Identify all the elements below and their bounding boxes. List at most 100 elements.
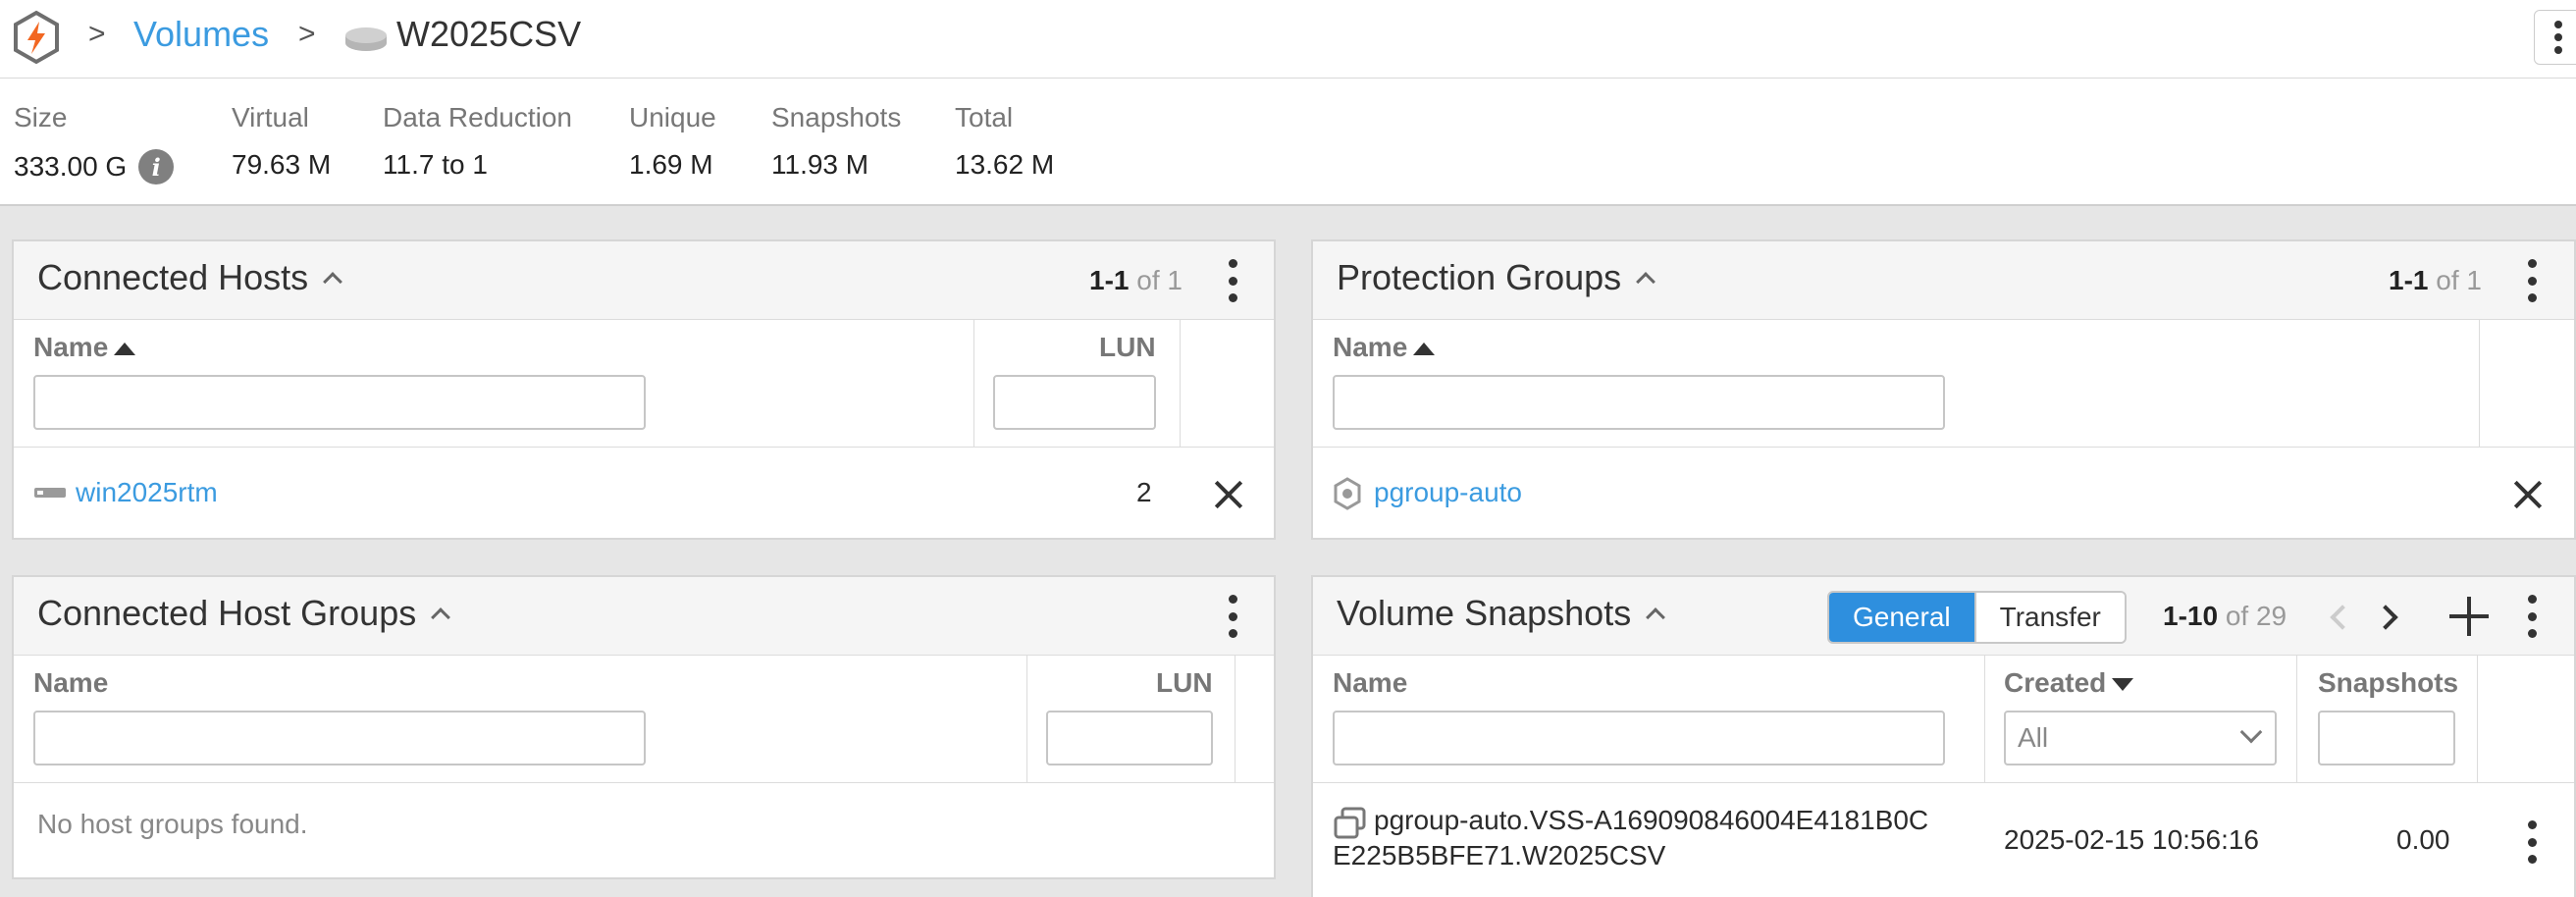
panel-header: Protection Groups 1-1 of 1 xyxy=(1313,241,2574,320)
column-divider xyxy=(1984,656,1985,783)
column-divider xyxy=(2479,320,2480,448)
column-header-name[interactable]: Name xyxy=(1333,332,1436,363)
column-divider xyxy=(973,320,974,448)
dot xyxy=(2527,837,2537,847)
stat-virtual: Virtual 79.63 M xyxy=(232,102,331,181)
panel-title[interactable]: Protection Groups xyxy=(1337,257,1656,298)
dot xyxy=(2554,46,2562,54)
info-icon[interactable]: i xyxy=(138,149,175,185)
stat-value: 79.63 M xyxy=(232,149,332,180)
panel-menu-button[interactable] xyxy=(2522,259,2542,302)
dot xyxy=(1228,629,1237,638)
dot xyxy=(1228,293,1237,302)
breadcrumb-volumes-link[interactable]: Volumes xyxy=(133,14,269,55)
host-icon xyxy=(34,488,66,498)
stat-label: Snapshots xyxy=(771,102,902,132)
column-header-created[interactable]: Created xyxy=(2004,667,2134,699)
table-header: Name Created Snapshots All xyxy=(1313,656,2574,783)
connected-hosts-panel: Connected Hosts 1-1 of 1 Name LUN win202… xyxy=(12,239,1276,540)
snapshot-created: 2025-02-15 10:56:16 xyxy=(2004,824,2259,855)
lun-value: 2 xyxy=(1136,477,1152,507)
collapse-icon[interactable] xyxy=(1646,607,1666,627)
dot xyxy=(2527,629,2537,638)
snapshots-filter-input[interactable] xyxy=(2318,711,2455,765)
created-filter-select[interactable]: All xyxy=(2004,711,2277,765)
dot xyxy=(2527,276,2537,286)
host-link[interactable]: win2025rtm xyxy=(76,477,218,508)
next-page-chevron-icon[interactable] xyxy=(2373,605,2398,630)
stat-size-value: 333.00 G xyxy=(14,151,128,182)
sort-ascending-icon xyxy=(114,343,136,356)
breadcrumb-separator: > xyxy=(88,18,106,50)
remove-protection-group-close-icon[interactable] xyxy=(2510,477,2546,512)
disconnect-host-close-icon[interactable] xyxy=(1211,477,1246,512)
tab-transfer[interactable]: Transfer xyxy=(1973,593,2125,642)
stat-value: 11.7 to 1 xyxy=(383,149,488,180)
dot xyxy=(2527,595,2537,604)
panel-title[interactable]: Volume Snapshots xyxy=(1337,593,1666,634)
protection-group-link[interactable]: pgroup-auto xyxy=(1374,477,1522,508)
panel-menu-button[interactable] xyxy=(1223,595,1242,638)
range-text: 1-1 xyxy=(1089,265,1130,295)
collapse-icon[interactable] xyxy=(323,272,343,291)
row-menu-button[interactable] xyxy=(2522,820,2542,864)
stat-label: Size xyxy=(14,102,68,132)
dot xyxy=(2554,33,2562,41)
page-actions-menu-button[interactable] xyxy=(2534,10,2576,65)
column-divider xyxy=(1026,656,1027,783)
dot xyxy=(2554,21,2562,28)
create-snapshot-plus-icon[interactable] xyxy=(2449,597,2489,636)
column-divider xyxy=(1180,320,1181,448)
column-label: Created xyxy=(2004,667,2107,698)
column-divider xyxy=(2296,656,2297,783)
panel-menu-button[interactable] xyxy=(2522,595,2542,638)
name-filter-input[interactable] xyxy=(1333,711,1945,765)
stat-total: Total 13.62 M xyxy=(955,102,1054,181)
pagination-range: 1-1 of 1 xyxy=(2389,265,2482,296)
volume-stats: Size 333.00 G i Virtual 79.63 M Data Red… xyxy=(0,79,2576,206)
collapse-icon[interactable] xyxy=(431,607,451,627)
breadcrumb-separator: > xyxy=(298,18,316,50)
name-filter-input[interactable] xyxy=(1333,375,1945,430)
collapse-icon[interactable] xyxy=(1636,272,1656,291)
panel-title-text: Connected Host Groups xyxy=(37,593,417,633)
previous-page-chevron-icon[interactable] xyxy=(2330,605,2355,630)
tab-general[interactable]: General xyxy=(1829,593,1974,642)
stat-value: 11.93 M xyxy=(771,149,869,180)
name-filter-input[interactable] xyxy=(33,375,646,430)
panel-title-text: Protection Groups xyxy=(1337,257,1622,297)
column-header-lun[interactable]: LUN xyxy=(1099,332,1156,363)
lun-filter-input[interactable] xyxy=(993,375,1156,430)
column-header-name[interactable]: Name xyxy=(1333,667,1407,699)
panel-menu-button[interactable] xyxy=(1223,259,1242,302)
column-header-name[interactable]: Name xyxy=(33,667,108,699)
range-text: 1-10 xyxy=(2163,601,2219,631)
panel-header: Volume Snapshots General Transfer 1-10 o… xyxy=(1313,577,2574,656)
snapshot-name-line1[interactable]: pgroup-auto.VSS-A169090846004E4181B0C xyxy=(1374,805,1928,836)
column-header-name[interactable]: Name xyxy=(33,332,136,363)
dot xyxy=(2527,855,2537,864)
stat-data-reduction: Data Reduction 11.7 to 1 xyxy=(383,102,572,181)
column-header-lun[interactable]: LUN xyxy=(1156,667,1213,699)
stat-snapshots: Snapshots 11.93 M xyxy=(771,102,901,181)
snapshot-name-line2[interactable]: E225B5BFE71.W2025CSV xyxy=(1333,840,1665,871)
panel-title-text: Connected Hosts xyxy=(37,257,309,297)
protection-group-shield-icon xyxy=(1334,477,1361,510)
select-value: All xyxy=(2018,722,2049,753)
column-header-snapshots[interactable]: Snapshots xyxy=(2318,667,2458,699)
panel-title[interactable]: Connected Hosts xyxy=(37,257,343,298)
dot xyxy=(1228,611,1237,621)
top-bar: > Volumes > W2025CSV xyxy=(0,0,2576,79)
lun-filter-input[interactable] xyxy=(1046,711,1213,765)
connected-host-groups-panel: Connected Host Groups Name LUN No host g… xyxy=(12,575,1276,879)
panel-title[interactable]: Connected Host Groups xyxy=(37,593,451,634)
dot xyxy=(1228,259,1237,268)
empty-state-message: No host groups found. xyxy=(37,809,308,839)
name-filter-input[interactable] xyxy=(33,711,646,765)
purestorage-logo-icon[interactable] xyxy=(12,10,61,65)
chevron-down-icon xyxy=(2239,720,2263,744)
pagination-range: 1-1 of 1 xyxy=(1089,265,1183,296)
pagination-range: 1-10 of 29 xyxy=(2163,601,2287,632)
panel-title-text: Volume Snapshots xyxy=(1337,593,1632,633)
column-label: Name xyxy=(33,332,109,362)
